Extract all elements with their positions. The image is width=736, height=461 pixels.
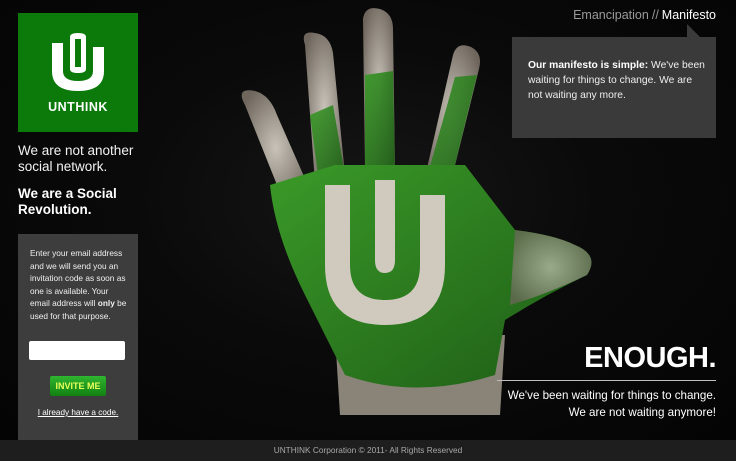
hero-subtext: We've been waiting for things to change.… xyxy=(456,387,716,421)
footer-copyright: UNTHINK Corporation © 2011- All Rights R… xyxy=(0,440,736,461)
nav-emancipation[interactable]: Emancipation xyxy=(573,8,649,22)
unthink-logo[interactable]: UNTHINK xyxy=(18,13,138,132)
hero-line-2: We are not waiting anymore! xyxy=(568,406,716,419)
tagline-not-social-network: We are not another social network. xyxy=(18,143,134,174)
headline-divider xyxy=(497,380,716,381)
manifesto-bubble: Our manifesto is simple: We've been wait… xyxy=(512,37,716,138)
brand-name: UNTHINK xyxy=(48,100,108,114)
email-input[interactable] xyxy=(29,341,125,360)
top-nav: Emancipation//Manifesto xyxy=(573,8,716,22)
unthink-u-logo-icon xyxy=(52,33,104,91)
speech-bubble-tail xyxy=(687,24,700,37)
nav-separator: // xyxy=(651,8,659,22)
invite-description: Enter your email address and we will sen… xyxy=(30,248,127,321)
nav-manifesto[interactable]: Manifesto xyxy=(662,8,716,22)
hero-headline: ENOUGH. xyxy=(584,342,716,374)
tagline-social-revolution: We are a Social Revolution. xyxy=(18,186,117,217)
invite-panel: Enter your email address and we will sen… xyxy=(18,234,138,443)
invite-me-button[interactable]: INVITE ME xyxy=(50,376,106,396)
already-have-code-link[interactable]: I already have a code. xyxy=(18,408,138,417)
hero-line-1: We've been waiting for things to change. xyxy=(507,389,716,402)
manifesto-text: Our manifesto is simple: We've been wait… xyxy=(528,60,705,101)
